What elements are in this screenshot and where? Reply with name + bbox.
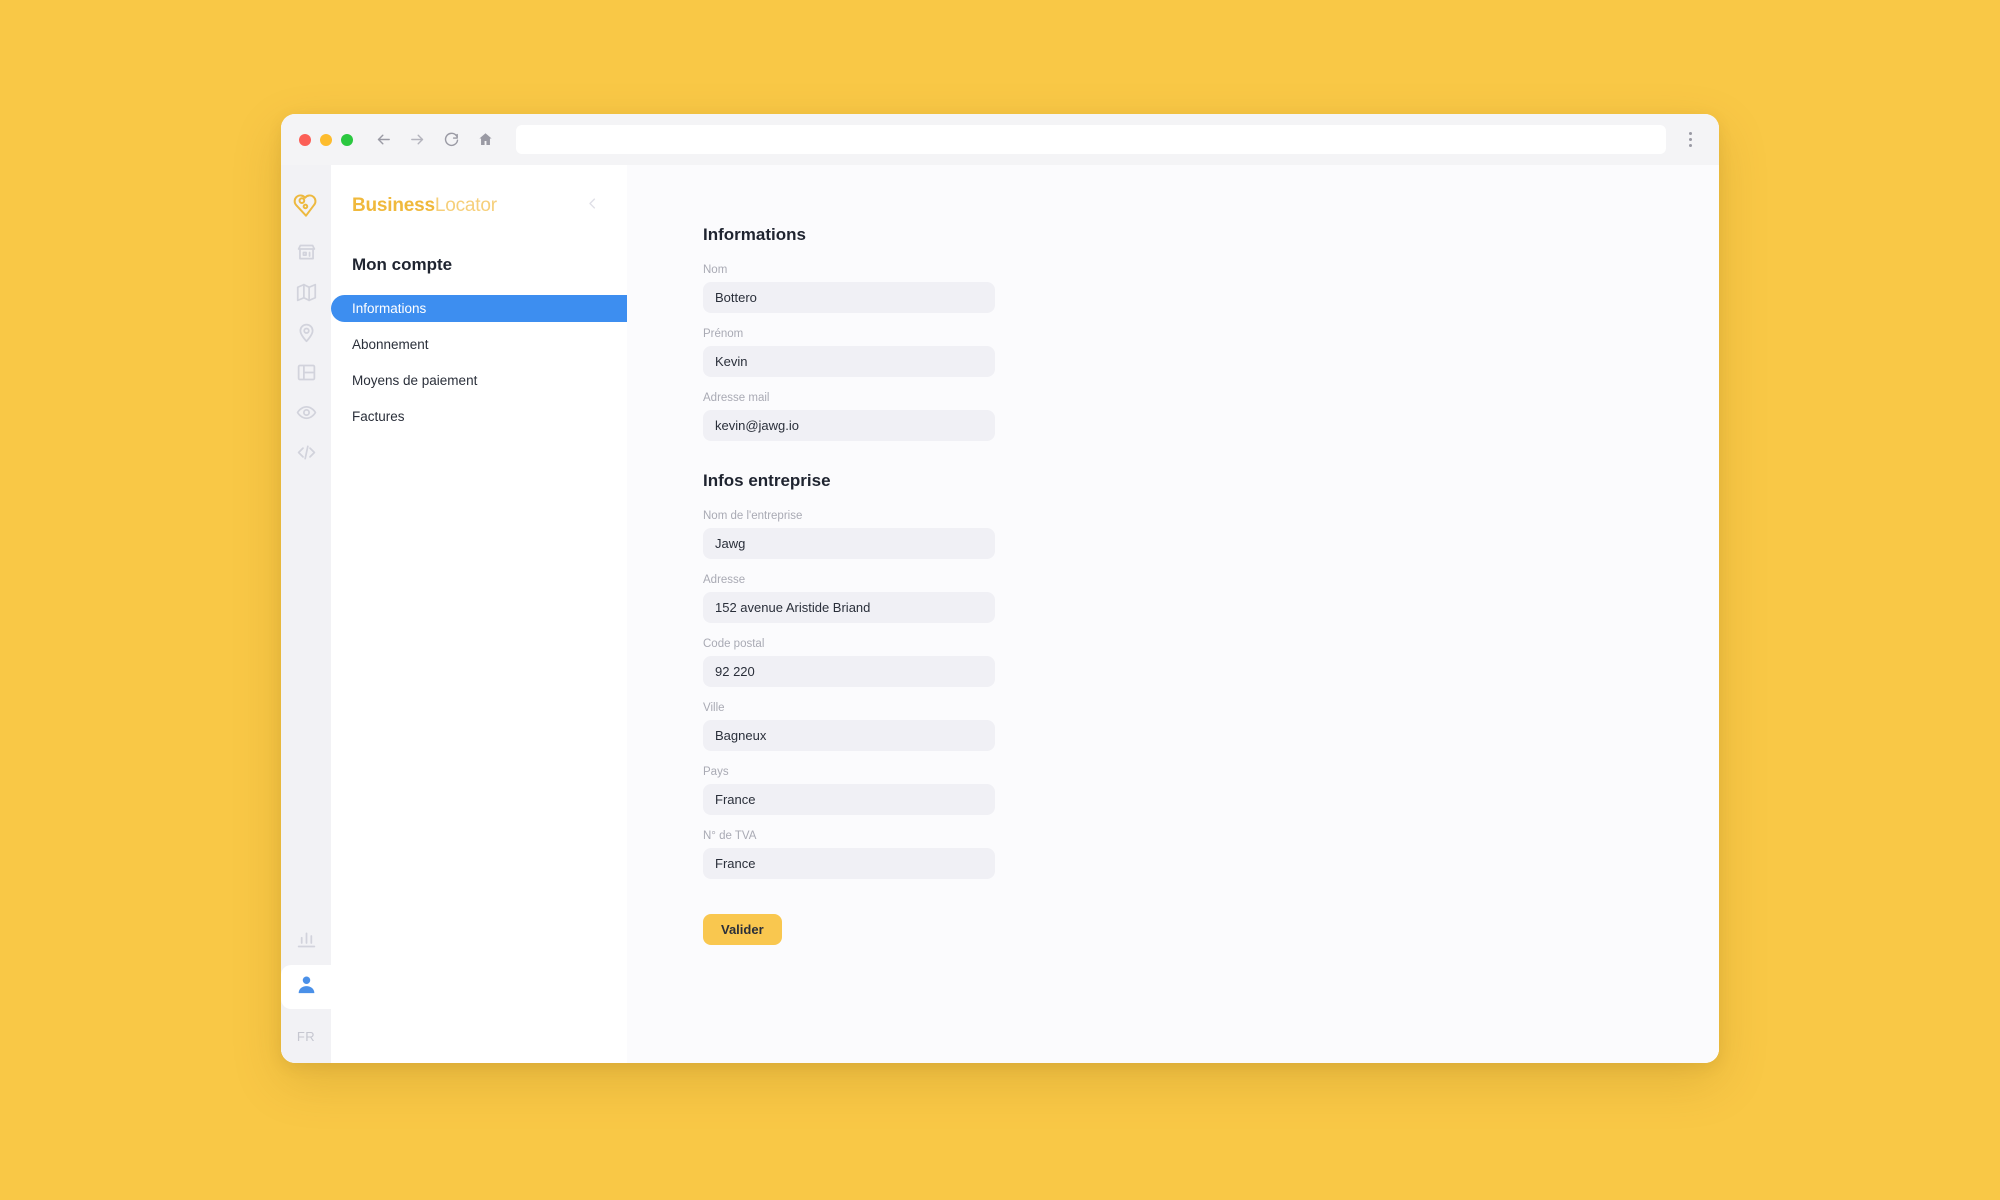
brand-name-bold: Business xyxy=(352,195,435,216)
menu-item-factures[interactable]: Factures xyxy=(331,403,627,430)
postal-code-input[interactable]: 92 220 xyxy=(703,656,995,687)
field-value: France xyxy=(715,856,756,871)
maximize-window-button[interactable] xyxy=(341,133,353,146)
browser-toolbar xyxy=(281,114,1719,165)
location-pin-icon xyxy=(296,322,317,343)
field-value: Jawg xyxy=(715,536,746,551)
prenom-input[interactable]: Kevin xyxy=(703,346,995,377)
language-label: FR xyxy=(296,1028,316,1044)
store-icon xyxy=(296,242,317,263)
field-nom: Nom Bottero xyxy=(703,264,995,313)
brand-logo[interactable]: BusinessLocator xyxy=(352,195,497,217)
field-label: Pays xyxy=(703,766,729,778)
field-value: France xyxy=(715,792,756,807)
menu-item-moyens-de-paiement[interactable]: Moyens de paiement xyxy=(331,367,627,394)
brand-name-light: Locator xyxy=(434,195,497,216)
field-value: kevin@jawg.io xyxy=(715,418,800,433)
layout-columns-icon xyxy=(296,362,317,383)
navigation-controls xyxy=(375,131,494,148)
validate-button[interactable]: Valider xyxy=(703,914,782,945)
field-pays: Pays France xyxy=(703,766,995,815)
sidebar-item-location[interactable] xyxy=(289,319,323,345)
country-input[interactable]: France xyxy=(703,784,995,815)
field-nom-entreprise: Nom de l'entreprise Jawg xyxy=(703,510,995,559)
field-label: Prénom xyxy=(703,328,744,340)
home-icon[interactable] xyxy=(477,131,494,148)
menu-item-label: Informations xyxy=(352,301,427,316)
close-window-button[interactable] xyxy=(299,133,311,146)
field-label: Code postal xyxy=(703,638,765,650)
email-input[interactable]: kevin@jawg.io xyxy=(703,410,995,441)
address-input[interactable]: 152 avenue Aristide Briand xyxy=(703,592,995,623)
page-title: Mon compte xyxy=(352,255,453,274)
menu-item-label: Factures xyxy=(352,409,405,424)
sidebar-item-statistics[interactable] xyxy=(289,927,323,957)
section-heading-infos-entreprise: Infos entreprise xyxy=(703,471,831,490)
account-side-panel: BusinessLocator Mon compte Informations … xyxy=(331,165,627,1063)
field-value: 92 220 xyxy=(715,664,755,679)
eye-icon xyxy=(296,402,317,423)
chevron-left-icon xyxy=(585,196,600,216)
app-body: FR BusinessLocator Mon compte Informatio… xyxy=(281,165,1719,1063)
sidebar-item-store[interactable] xyxy=(289,239,323,265)
city-input[interactable]: Bagneux xyxy=(703,720,995,751)
menu-item-abonnement[interactable]: Abonnement xyxy=(331,331,627,358)
panel-header: BusinessLocator xyxy=(331,193,627,219)
field-adresse: Adresse 152 avenue Aristide Briand xyxy=(703,574,995,623)
account-menu: Informations Abonnement Moyens de paieme… xyxy=(331,295,627,439)
field-prenom: Prénom Kevin xyxy=(703,328,995,377)
sidebar-item-map[interactable] xyxy=(289,279,323,305)
menu-item-label: Moyens de paiement xyxy=(352,373,478,388)
field-label: Ville xyxy=(703,702,725,714)
heart-b-logo-icon[interactable] xyxy=(289,187,323,221)
rail-bottom-group: FR xyxy=(281,927,331,1063)
kebab-menu-icon[interactable] xyxy=(1677,127,1703,153)
field-value: Kevin xyxy=(715,354,748,369)
field-value: Bottero xyxy=(715,290,757,305)
field-code-postal: Code postal 92 220 xyxy=(703,638,995,687)
company-name-input[interactable]: Jawg xyxy=(703,528,995,559)
field-label: Adresse xyxy=(703,574,746,586)
icon-rail: FR xyxy=(281,165,331,1063)
sidebar-item-code[interactable] xyxy=(289,439,323,465)
field-label: N° de TVA xyxy=(703,830,757,842)
forward-arrow-icon[interactable] xyxy=(409,131,426,148)
browser-window: FR BusinessLocator Mon compte Informatio… xyxy=(281,114,1719,1063)
field-ville: Ville Bagneux xyxy=(703,702,995,751)
back-arrow-icon[interactable] xyxy=(375,131,392,148)
map-icon xyxy=(296,282,317,303)
sidebar-item-account[interactable] xyxy=(281,955,331,1019)
nom-input[interactable]: Bottero xyxy=(703,282,995,313)
menu-item-informations[interactable]: Informations xyxy=(331,295,627,322)
collapse-panel-button[interactable] xyxy=(579,193,605,219)
sidebar-item-layout[interactable] xyxy=(289,359,323,385)
field-numero-tva: N° de TVA France xyxy=(703,830,995,879)
reload-icon[interactable] xyxy=(443,131,460,148)
minimize-window-button[interactable] xyxy=(320,133,332,146)
field-label: Nom de l'entreprise xyxy=(703,510,803,522)
url-bar[interactable] xyxy=(516,125,1666,154)
person-icon xyxy=(295,973,318,1001)
menu-item-label: Abonnement xyxy=(352,337,429,352)
sidebar-item-preview[interactable] xyxy=(289,399,323,425)
field-label: Nom xyxy=(703,264,728,276)
field-value: 152 avenue Aristide Briand xyxy=(715,600,871,615)
field-value: Bagneux xyxy=(715,728,767,743)
code-icon xyxy=(296,442,317,463)
field-label: Adresse mail xyxy=(703,392,770,404)
vat-number-input[interactable]: France xyxy=(703,848,995,879)
bar-chart-icon xyxy=(296,929,317,955)
main-content: Informations Nom Bottero Prénom Kevin Ad… xyxy=(627,165,1719,1063)
account-information-form: Informations Nom Bottero Prénom Kevin Ad… xyxy=(703,225,995,945)
rail-icon-list xyxy=(289,239,323,465)
window-controls xyxy=(299,133,353,146)
field-adresse-mail: Adresse mail kevin@jawg.io xyxy=(703,392,995,441)
section-heading-informations: Informations xyxy=(703,225,806,244)
